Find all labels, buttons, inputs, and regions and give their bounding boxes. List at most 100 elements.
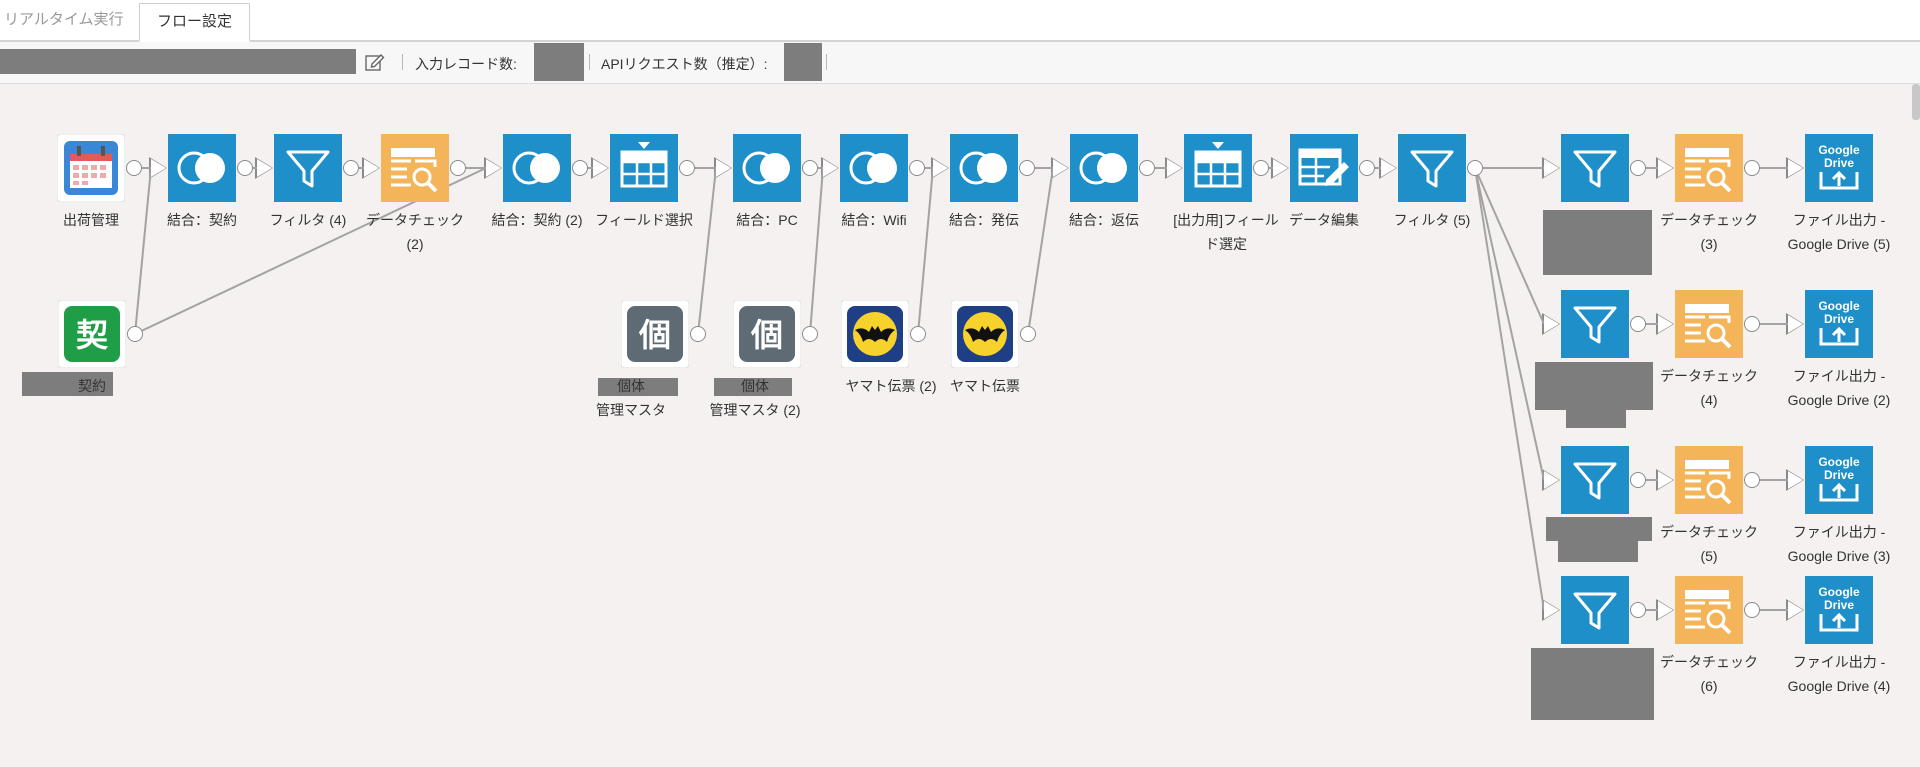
output-port[interactable] [1139,160,1155,176]
connector-n16-n9 [809,167,824,335]
flow-node-n3[interactable] [168,134,236,202]
flow-node-c4[interactable] [1675,576,1743,644]
output-port[interactable] [1630,602,1646,618]
output-port[interactable] [1744,602,1760,618]
input-port[interactable] [1786,157,1804,179]
output-port[interactable] [1020,326,1036,342]
flow-node-f4[interactable] [1561,576,1629,644]
flow-node-n12[interactable] [1184,134,1252,202]
input-port[interactable] [484,157,502,179]
output-port[interactable] [1467,160,1483,176]
input-port[interactable] [591,157,609,179]
flow-node-n6[interactable] [503,134,571,202]
input-port[interactable] [714,157,732,179]
output-port[interactable] [126,160,142,176]
input-port[interactable] [1165,157,1183,179]
output-port[interactable] [237,160,253,176]
flow-node-n1[interactable] [57,134,125,202]
flow-node-n2[interactable]: 契 [58,300,126,368]
input-port[interactable] [1786,599,1804,621]
flow-node-n11[interactable] [1070,134,1138,202]
field-select-icon [610,134,678,202]
input-port[interactable] [1542,469,1560,491]
input-port[interactable] [1542,599,1560,621]
flow-node-g2[interactable]: Google Drive [1805,290,1873,358]
svg-text:Google: Google [1818,585,1860,599]
input-port[interactable] [1051,157,1069,179]
input-port[interactable] [1542,157,1560,179]
filter-icon [1561,290,1629,358]
node-label: データチェック (6) [1660,654,1758,694]
flow-node-n10[interactable] [950,134,1018,202]
input-port[interactable] [1656,599,1674,621]
output-port[interactable] [1744,160,1760,176]
input-port[interactable] [1656,313,1674,335]
flow-node-n4[interactable] [274,134,342,202]
flow-node-g1[interactable]: Google Drive [1805,134,1873,202]
input-port[interactable] [821,157,839,179]
flow-node-g3[interactable]: Google Drive [1805,446,1873,514]
flow-node-n14[interactable] [1398,134,1466,202]
flow-node-n16[interactable]: 個 [733,300,801,368]
output-port[interactable] [1630,472,1646,488]
vertical-scrollbar[interactable] [1912,84,1920,120]
output-port[interactable] [802,326,818,342]
node-label: フィールド選択 [595,212,693,228]
flow-node-f3[interactable] [1561,446,1629,514]
output-port[interactable] [343,160,359,176]
flow-node-c2[interactable] [1675,290,1743,358]
flow-node-n18[interactable] [951,300,1019,368]
input-port[interactable] [149,157,167,179]
flow-node-f2[interactable] [1561,290,1629,358]
calendar-icon [57,134,125,202]
flow-node-n7[interactable] [610,134,678,202]
node-label: フィルタ (5) [1393,212,1471,228]
input-port[interactable] [1786,313,1804,335]
flow-node-c1[interactable] [1675,134,1743,202]
flow-node-n5[interactable] [381,134,449,202]
flow-node-n9[interactable] [840,134,908,202]
output-port[interactable] [1630,316,1646,332]
output-port[interactable] [802,160,818,176]
edit-icon[interactable] [364,52,386,72]
flow-node-n17[interactable] [841,300,909,368]
input-port[interactable] [255,157,273,179]
redacted-api-requests [784,43,822,81]
node-label: 結合：発伝 [949,212,1019,228]
input-port[interactable] [1542,313,1560,335]
output-port[interactable] [572,160,588,176]
node-label: ファイル出力 - Google Drive (5) [1787,212,1891,252]
kanji-kei-icon: 契 [58,300,126,368]
output-port[interactable] [1630,160,1646,176]
input-port[interactable] [1379,157,1397,179]
flow-node-c3[interactable] [1675,446,1743,514]
flow-node-n13[interactable] [1290,134,1358,202]
tab-realtime[interactable]: リアルタイム実行 [0,0,138,40]
output-port[interactable] [127,326,143,342]
flow-node-f1[interactable] [1561,134,1629,202]
output-port[interactable] [690,326,706,342]
output-port[interactable] [450,160,466,176]
svg-text:Drive: Drive [1824,156,1854,170]
flow-info-bar: 入力レコード数: APIリクエスト数（推定）: [0,42,1920,84]
input-port[interactable] [1786,469,1804,491]
input-port[interactable] [1656,469,1674,491]
redacted-label [1566,408,1626,428]
output-port[interactable] [1253,160,1269,176]
connector-n14-f2 [1474,167,1545,325]
flow-node-n15[interactable]: 個 [621,300,689,368]
output-port[interactable] [1744,316,1760,332]
output-port[interactable] [1359,160,1375,176]
flow-node-g4[interactable]: Google Drive [1805,576,1873,644]
flow-node-n8[interactable] [733,134,801,202]
input-port[interactable] [931,157,949,179]
tab-flow-settings[interactable]: フロー設定 [139,3,250,42]
output-port[interactable] [1019,160,1035,176]
output-port[interactable] [909,160,925,176]
input-port[interactable] [1656,157,1674,179]
output-port[interactable] [910,326,926,342]
input-port[interactable] [362,157,380,179]
output-port[interactable] [1744,472,1760,488]
input-port[interactable] [1271,157,1289,179]
output-port[interactable] [679,160,695,176]
